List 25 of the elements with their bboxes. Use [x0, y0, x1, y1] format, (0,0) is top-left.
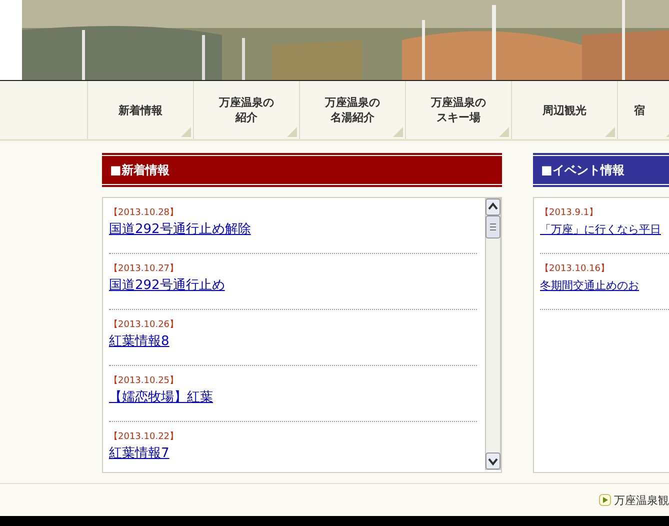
- news-link[interactable]: 「万座」に行くなら平日: [540, 219, 669, 241]
- news-link[interactable]: 【嬬恋牧場】紅葉: [109, 387, 477, 409]
- news-date: 【2013.10.27】: [109, 263, 180, 275]
- news-date: 【2013.10.25】: [109, 375, 180, 387]
- nav-tab[interactable]: 周辺観光: [512, 81, 618, 139]
- news-link[interactable]: 紅葉情報8: [109, 331, 477, 353]
- nav-tab[interactable]: 新着情報: [88, 81, 194, 139]
- play-icon: [599, 494, 611, 506]
- news-date: 【2013.10.16】: [540, 263, 611, 275]
- news-date: 【2013.10.22】: [109, 431, 180, 443]
- nav-tab[interactable]: 万座温泉の名湯紹介: [300, 81, 406, 139]
- news-link[interactable]: 冬期間交通止めのお: [540, 275, 669, 297]
- news-link[interactable]: 国道292号通行止め: [109, 275, 477, 297]
- nav-tab[interactable]: 宿: [618, 81, 669, 139]
- nav-tab[interactable]: 万座温泉の紹介: [194, 81, 300, 139]
- news-date: 【2013.9.1】: [540, 207, 600, 219]
- news-date: 【2013.10.26】: [109, 319, 180, 331]
- section-header: ■イベント情報: [533, 153, 669, 187]
- news-link[interactable]: 紅葉情報7: [109, 443, 477, 465]
- nav-tab[interactable]: 万座温泉のスキー場: [406, 81, 512, 139]
- footer-link[interactable]: 万座温泉観: [614, 492, 669, 508]
- section-header: ■新着情報: [102, 153, 502, 187]
- news-date: 【2013.10.28】: [109, 207, 180, 219]
- scrollbar[interactable]: [485, 198, 501, 470]
- news-link[interactable]: 国道292号通行止め解除: [109, 219, 477, 241]
